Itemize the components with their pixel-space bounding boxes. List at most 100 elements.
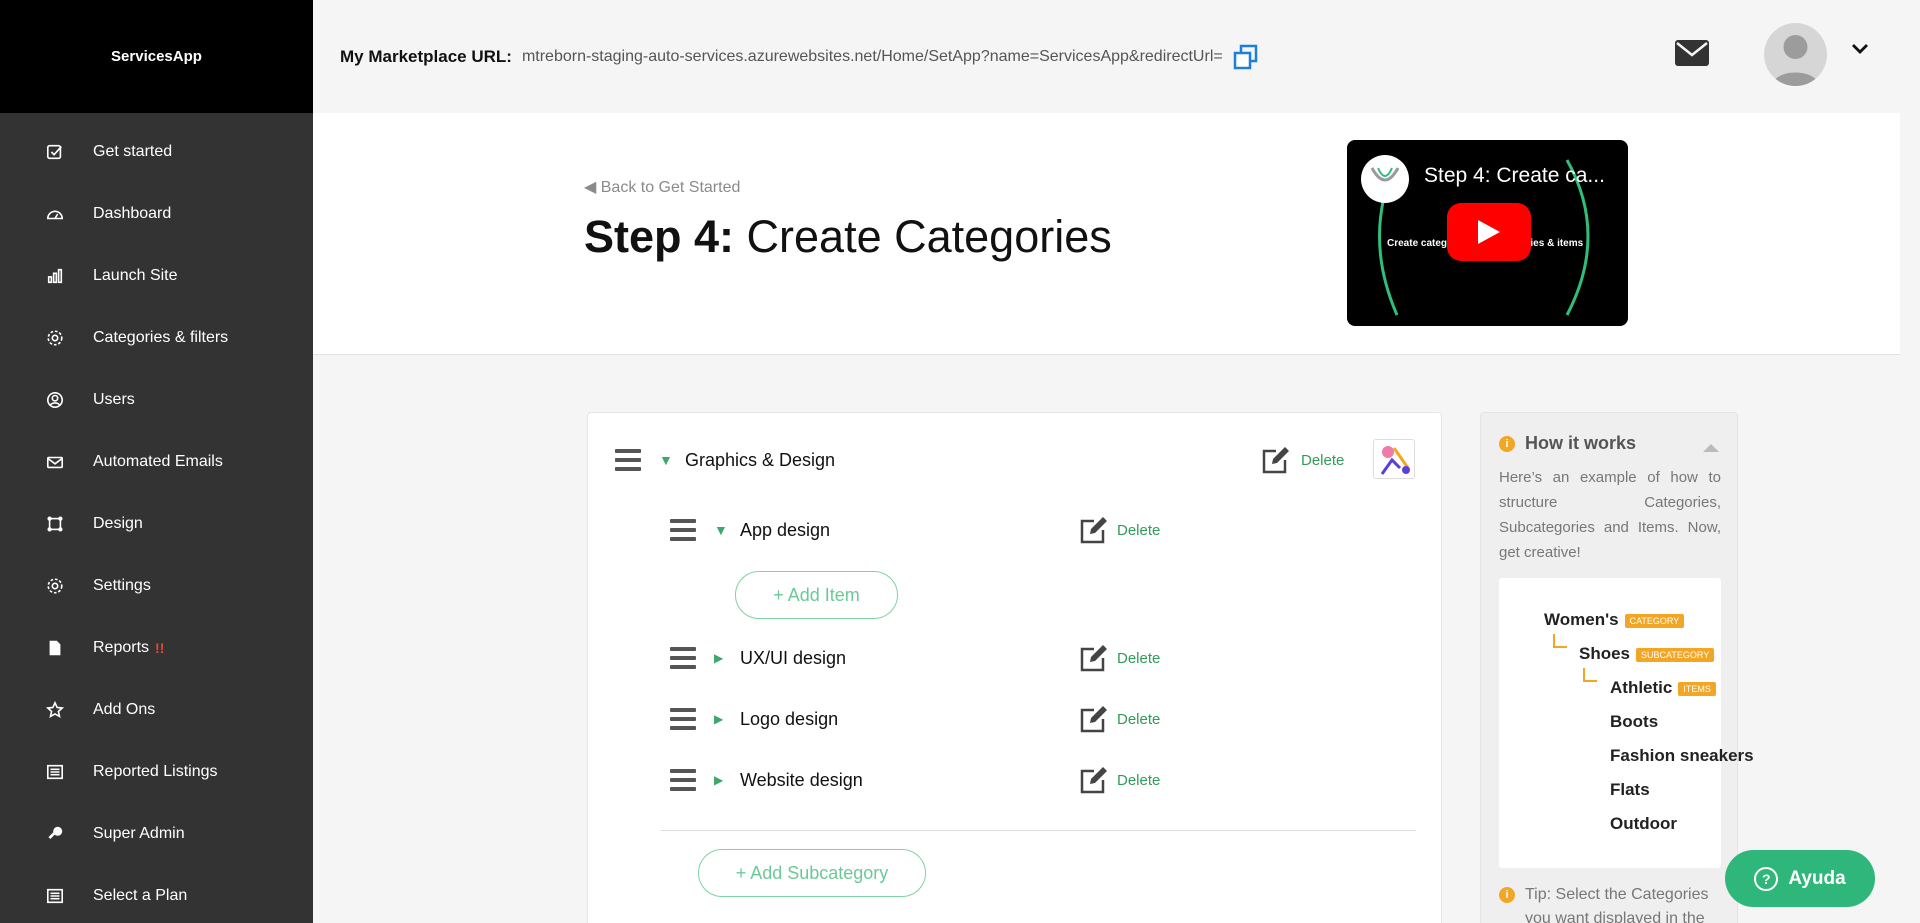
marketplace-url-label: My Marketplace URL: [340, 46, 512, 66]
items-tag: ITEMS [1678, 681, 1716, 696]
gear-icon [45, 576, 65, 596]
gauge-icon [45, 204, 65, 224]
sidebar-item-label: Dashboard [93, 205, 172, 222]
tip: i Tip: Select the Categories you want di… [1499, 883, 1721, 923]
sidebar-item-label: Reported Listings [93, 763, 218, 780]
delete-category-link[interactable]: Delete [1301, 452, 1344, 469]
sidebar-item-label: Settings [93, 577, 151, 594]
drag-handle-icon[interactable] [670, 708, 696, 730]
drag-handle-icon[interactable] [670, 647, 696, 669]
drag-handle-icon[interactable] [670, 519, 696, 541]
category-name: Graphics & Design [685, 449, 836, 470]
help-button-label: Ayuda [1788, 867, 1846, 889]
delete-subcategory-link[interactable]: Delete [1117, 650, 1160, 667]
sidebar-item-label: Select a Plan [93, 887, 188, 904]
edit-icon[interactable] [1078, 644, 1108, 679]
delete-subcategory-link[interactable]: Delete [1117, 711, 1160, 728]
avatar[interactable] [1764, 23, 1827, 86]
sidebar-item-categories[interactable]: Categories & filters [0, 307, 313, 369]
sidebar-item-automated-emails[interactable]: Automated Emails [0, 431, 313, 493]
sidebar-item-add-ons[interactable]: Add Ons [0, 679, 313, 741]
page-title-step: Step 4: [584, 211, 735, 262]
file-icon [45, 638, 65, 658]
how-it-works-header[interactable]: i How it works [1499, 433, 1636, 454]
edit-icon[interactable] [1078, 705, 1108, 740]
example-item: Flats [1610, 780, 1650, 799]
sidebar-item-users[interactable]: Users [0, 369, 313, 431]
expand-caret-icon[interactable]: ▼ [714, 522, 728, 538]
sidebar-item-dashboard[interactable]: Dashboard [0, 183, 313, 245]
sidebar-item-super-admin[interactable]: Super Admin [0, 803, 313, 865]
expand-caret-icon[interactable]: ▼ [659, 452, 673, 468]
sidebar-item-label: Users [93, 391, 135, 408]
categories-card: ▼ Graphics & Design Delete ▼ App design … [587, 412, 1442, 923]
info-icon: i [1499, 887, 1515, 903]
sidebar-item-launch-site[interactable]: Launch Site [0, 245, 313, 307]
how-it-works-text: Here’s an example of how to structure Ca… [1499, 469, 1721, 561]
crop-icon [45, 514, 65, 534]
tree-connector [1583, 668, 1597, 682]
tip-text: Tip: Select the Categories you want disp… [1525, 886, 1709, 923]
question-icon: ? [1754, 866, 1779, 891]
envelope-icon [45, 452, 65, 472]
delete-subcategory-link[interactable]: Delete [1117, 772, 1160, 789]
drag-handle-icon[interactable] [670, 769, 696, 791]
drag-handle-icon[interactable] [615, 449, 641, 471]
back-to-get-started-link[interactable]: ◀ Back to Get Started [584, 177, 740, 197]
category-image[interactable] [1373, 439, 1415, 479]
sidebar-item-label: Design [93, 515, 143, 532]
collapsed-caret-icon[interactable]: ▶ [714, 651, 728, 665]
sidebar-item-get-started[interactable]: Get started [0, 121, 313, 183]
example-item-label: Athletic [1610, 678, 1673, 697]
info-icon: i [1499, 435, 1515, 452]
subcategory-row: ▶ UX/UI design [670, 647, 846, 669]
list-icon [45, 762, 65, 782]
collapsed-caret-icon[interactable]: ▶ [714, 773, 728, 787]
play-icon[interactable] [1447, 203, 1531, 261]
brand-logo[interactable]: ServicesApp [0, 0, 313, 113]
video-thumbnail[interactable]: Step 4: Create ca... Create categories, … [1347, 140, 1628, 326]
sidebar-nav: Get started Dashboard Launch Site Catego… [0, 113, 313, 923]
topbar: My Marketplace URL: mtreborn-staging-aut… [313, 0, 1920, 113]
edit-icon[interactable] [1078, 516, 1108, 551]
sidebar: ServicesApp Get started Dashboard Launch… [0, 0, 313, 923]
subcategory-tag: SUBCATEGORY [1636, 647, 1715, 662]
marketplace-url[interactable]: mtreborn-staging-auto-services.azurewebs… [522, 48, 1223, 66]
collapsed-caret-icon[interactable]: ▶ [714, 712, 728, 726]
page-header: ◀ Back to Get Started Step 4: Create Cat… [313, 113, 1900, 355]
sidebar-item-reported-listings[interactable]: Reported Listings [0, 741, 313, 803]
sidebar-item-label: Categories & filters [93, 329, 229, 346]
sidebar-item-label: Super Admin [93, 825, 185, 842]
copy-icon[interactable] [1231, 42, 1261, 72]
sidebar-item-settings[interactable]: Settings [0, 555, 313, 617]
page-title-text: Create Categories [746, 211, 1112, 262]
example-tree: Women's CATEGORY Shoes SUBCATEGORY Athleti… [1499, 578, 1754, 868]
collapse-caret-icon[interactable] [1703, 439, 1719, 457]
envelope-icon[interactable] [1675, 40, 1709, 71]
example-item: Athletic ITEMS [1610, 678, 1716, 698]
example-category-label: Women's [1544, 610, 1619, 629]
example-item: Fashion sneakers [1610, 746, 1754, 765]
how-it-works-panel: i How it works Here’s an example of how … [1480, 412, 1754, 923]
channel-logo [1361, 155, 1409, 203]
sidebar-item-design[interactable]: Design [0, 493, 313, 555]
subcategory-name: UX/UI design [740, 647, 847, 668]
tree-connector [1553, 634, 1567, 648]
sidebar-item-select-plan[interactable]: Select a Plan [0, 865, 313, 923]
example-subcategory-label: Shoes [1579, 644, 1631, 663]
subcategory-row: ▶ Logo design [670, 708, 838, 730]
chevron-down-icon[interactable] [1851, 42, 1869, 60]
add-item-button[interactable]: + Add Item [735, 571, 898, 619]
video-title: Step 4: Create ca... [1424, 164, 1605, 187]
example-category: Women's CATEGORY [1544, 610, 1685, 630]
add-subcategory-button[interactable]: + Add Subcategory [698, 849, 926, 897]
edit-icon[interactable] [1078, 766, 1108, 801]
divider [661, 830, 1416, 831]
sidebar-item-reports[interactable]: Reports !! [0, 617, 313, 679]
example-item: Boots [1610, 712, 1659, 731]
delete-subcategory-link[interactable]: Delete [1117, 522, 1160, 539]
edit-icon[interactable] [1260, 446, 1290, 481]
list-icon [45, 886, 65, 906]
help-button[interactable]: ? Ayuda [1725, 850, 1875, 907]
user-circle-icon [45, 390, 65, 410]
